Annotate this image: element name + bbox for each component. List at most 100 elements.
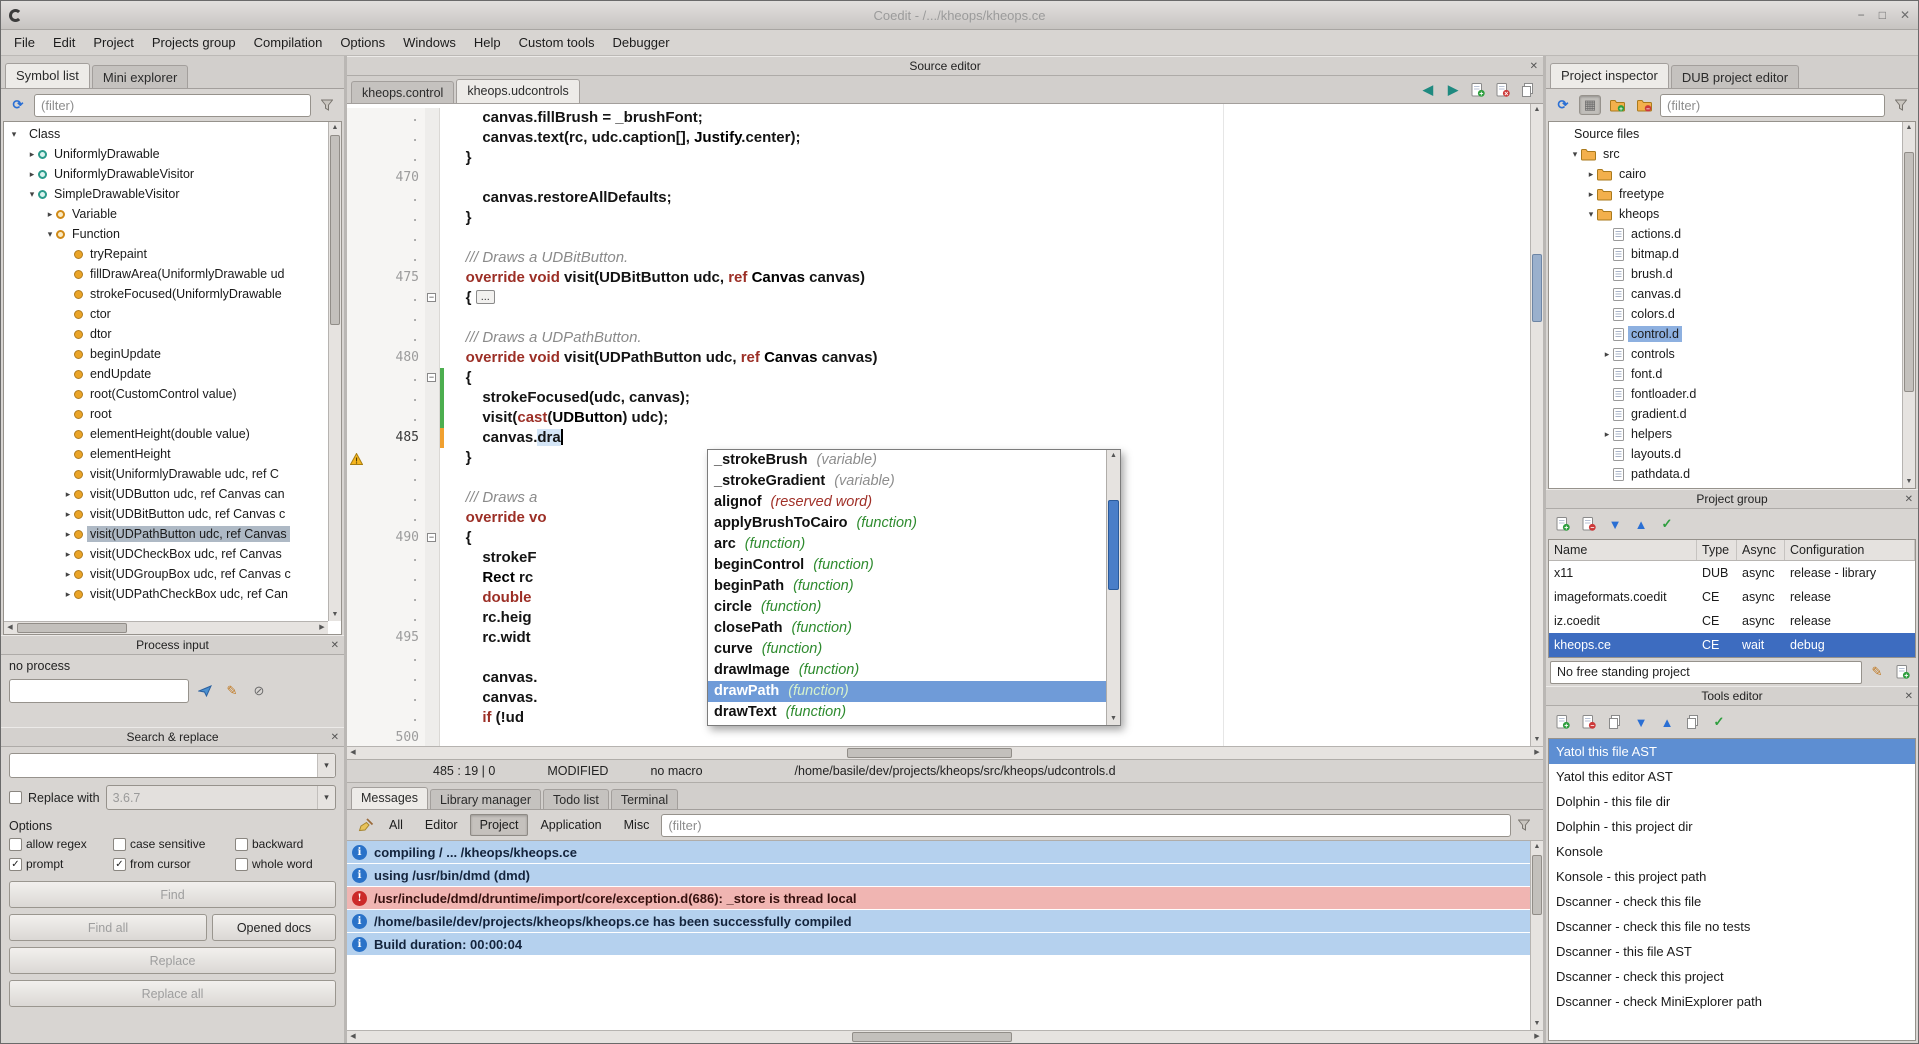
code-line[interactable]: .	[347, 308, 1530, 328]
tree-item[interactable]: ▸helpers	[1549, 424, 1915, 444]
tool-item[interactable]: Yatol this file AST	[1549, 739, 1915, 764]
project-row[interactable]: x11DUBasyncrelease - library	[1549, 561, 1915, 585]
code-line[interactable]: . /// Draws a UDBitButton.	[347, 248, 1530, 268]
project-row[interactable]: imageformats.coeditCEasyncrelease	[1549, 585, 1915, 609]
tool-item[interactable]: Konsole	[1549, 839, 1915, 864]
completion-item[interactable]: circle(function)	[708, 597, 1106, 618]
symbol-tree-horizontal-scrollbar[interactable]: ◀ ▶	[4, 621, 328, 634]
message-row[interactable]: icompiling / ... /kheops/kheops.ce	[347, 841, 1543, 864]
move-project-down-button[interactable]: ▼	[1604, 514, 1626, 534]
dropdown-arrow-icon[interactable]: ▾	[317, 754, 335, 777]
completion-item[interactable]: beginControl(function)	[708, 555, 1106, 576]
previous-document-button[interactable]: ◀	[1417, 80, 1439, 100]
collapsed-arrow-icon[interactable]: ▸	[26, 149, 38, 160]
tree-item[interactable]: root(CustomControl value)	[4, 384, 327, 404]
titlebar[interactable]: Coedit - /.../kheops/kheops.ce − □ ✕	[1, 1, 1918, 30]
expanded-arrow-icon[interactable]: ▾	[1569, 149, 1581, 160]
tab-dub-project-editor[interactable]: DUB project editor	[1671, 65, 1799, 88]
completion-item[interactable]: drawPath(function)	[708, 681, 1106, 702]
code-line[interactable]: . canvas.text(rc, udc.caption[], Justify…	[347, 128, 1530, 148]
scrollbar-thumb[interactable]	[1532, 254, 1542, 322]
duplicate-tool-button[interactable]	[1682, 712, 1704, 732]
fold-marker-icon[interactable]: −	[427, 293, 436, 302]
scrollbar-thumb[interactable]	[17, 623, 127, 633]
tree-item[interactable]: beginUpdate	[4, 344, 327, 364]
scroll-down-icon[interactable]: ▼	[1531, 734, 1543, 746]
tree-item[interactable]: gradient.d	[1549, 404, 1915, 424]
checkbox-backward[interactable]: backward	[235, 837, 331, 851]
filter-funnel-icon[interactable]	[316, 95, 338, 115]
tab-mini-explorer[interactable]: Mini explorer	[92, 65, 188, 88]
column-header-async[interactable]: Async	[1737, 540, 1785, 560]
tree-item[interactable]: ▸controls	[1549, 344, 1915, 364]
collapsed-arrow-icon[interactable]: ▸	[1585, 169, 1597, 180]
code-line[interactable]: 485 canvas.dra	[347, 428, 1530, 448]
tree-view-toggle-button[interactable]: ▦	[1579, 95, 1601, 115]
refresh-sources-button[interactable]: ⟳	[1552, 95, 1574, 115]
tree-item[interactable]: dtor	[4, 324, 327, 344]
project-row[interactable]: iz.coeditCEasyncrelease	[1549, 609, 1915, 633]
code-line[interactable]: . canvas.fillBrush = _brushFont;	[347, 108, 1530, 128]
tree-item[interactable]: ▸visit(UDGroupBox udc, ref Canvas c	[4, 564, 327, 584]
tree-item[interactable]: elementHeight	[4, 444, 327, 464]
message-row[interactable]: iusing /usr/bin/dmd (dmd)	[347, 864, 1543, 887]
completion-item[interactable]: drawText(function)	[708, 702, 1106, 723]
async-mode-button[interactable]: ✓	[1656, 514, 1678, 534]
add-source-folder-button[interactable]: +	[1606, 95, 1628, 115]
tree-item[interactable]: ▸visit(UDBitButton udc, ref Canvas c	[4, 504, 327, 524]
filter-funnel-icon[interactable]	[1513, 815, 1535, 835]
opened-docs-button[interactable]: Opened docs	[212, 914, 336, 941]
tree-item[interactable]: fillDrawArea(UniformlyDrawable ud	[4, 264, 327, 284]
collapsed-arrow-icon[interactable]: ▸	[26, 169, 38, 180]
checkbox-box[interactable]	[235, 858, 248, 871]
filter-editor-button[interactable]: Editor	[415, 814, 468, 836]
apply-tool-button[interactable]: ✓	[1708, 712, 1730, 732]
source-files-tree[interactable]: Source files▾src▸cairo▸freetype▾kheopsac…	[1548, 121, 1916, 489]
maximize-button[interactable]: □	[1879, 8, 1886, 22]
remove-tool-button[interactable]: −	[1578, 712, 1600, 732]
tree-item[interactable]: ▾SimpleDrawableVisitor	[4, 184, 327, 204]
filter-misc-button[interactable]: Misc	[614, 814, 660, 836]
checkbox-case-sensitive[interactable]: case sensitive	[113, 837, 235, 851]
checkbox-box[interactable]	[9, 838, 22, 851]
expanded-arrow-icon[interactable]: ▾	[26, 189, 38, 200]
messages-horizontal-scrollbar[interactable]: ◀ ▶	[347, 1030, 1543, 1043]
tool-item[interactable]: Dscanner - this file AST	[1549, 939, 1915, 964]
tree-item[interactable]: bitmap.d	[1549, 244, 1915, 264]
close-panel-icon[interactable]: ✕	[331, 732, 339, 743]
tool-item[interactable]: Dscanner - check this file	[1549, 889, 1915, 914]
close-panel-icon[interactable]: ✕	[331, 640, 339, 651]
tool-item[interactable]: Dscanner - check MiniExplorer path	[1549, 989, 1915, 1014]
symbol-tree-vertical-scrollbar[interactable]: ▲ ▼	[328, 122, 341, 621]
checkbox-box[interactable]	[113, 838, 126, 851]
scrollbar-thumb[interactable]	[847, 748, 1012, 758]
completion-item[interactable]: arc(function)	[708, 534, 1106, 555]
code-editor[interactable]: . canvas.fillBrush = _brushFont;. canvas…	[347, 104, 1543, 746]
document-tab-kheops-control[interactable]: kheops.control	[351, 81, 454, 103]
tree-item[interactable]: ▸visit(UDCheckBox udc, ref Canvas	[4, 544, 327, 564]
scroll-up-icon[interactable]: ▲	[1903, 122, 1915, 134]
tree-item[interactable]: control.d	[1549, 324, 1915, 344]
tool-item[interactable]: Dscanner - check this project	[1549, 964, 1915, 989]
collapsed-arrow-icon[interactable]: ▸	[62, 589, 74, 600]
symbol-tree[interactable]: ▾Class▸UniformlyDrawable▸UniformlyDrawab…	[3, 121, 342, 635]
collapsed-arrow-icon[interactable]: ▸	[1585, 189, 1597, 200]
move-tool-down-button[interactable]: ▼	[1630, 712, 1652, 732]
completion-item[interactable]: _strokeBrush(variable)	[708, 450, 1106, 471]
code-line[interactable]: . }	[347, 148, 1530, 168]
tree-item[interactable]: ▸visit(UDPathCheckBox udc, ref Can	[4, 584, 327, 604]
code-line[interactable]: .− {	[347, 368, 1530, 388]
detach-document-button[interactable]	[1517, 80, 1539, 100]
scrollbar-thumb[interactable]	[330, 135, 340, 325]
add-free-standing-button[interactable]: +	[1892, 662, 1914, 682]
tree-item[interactable]: ▸visit(UDPathButton udc, ref Canvas	[4, 524, 327, 544]
tab-todo-list[interactable]: Todo list	[543, 789, 609, 809]
menu-item-compilation[interactable]: Compilation	[245, 31, 332, 54]
next-document-button[interactable]: ▶	[1442, 80, 1464, 100]
pen-icon[interactable]: ✎	[221, 681, 243, 701]
checkbox-from-cursor[interactable]: ✓from cursor	[113, 857, 235, 871]
tree-item[interactable]: ▸cairo	[1549, 164, 1915, 184]
cancel-process-icon[interactable]: ⊘	[248, 681, 270, 701]
code-line[interactable]: 470	[347, 168, 1530, 188]
tree-item[interactable]: canvas.d	[1549, 284, 1915, 304]
